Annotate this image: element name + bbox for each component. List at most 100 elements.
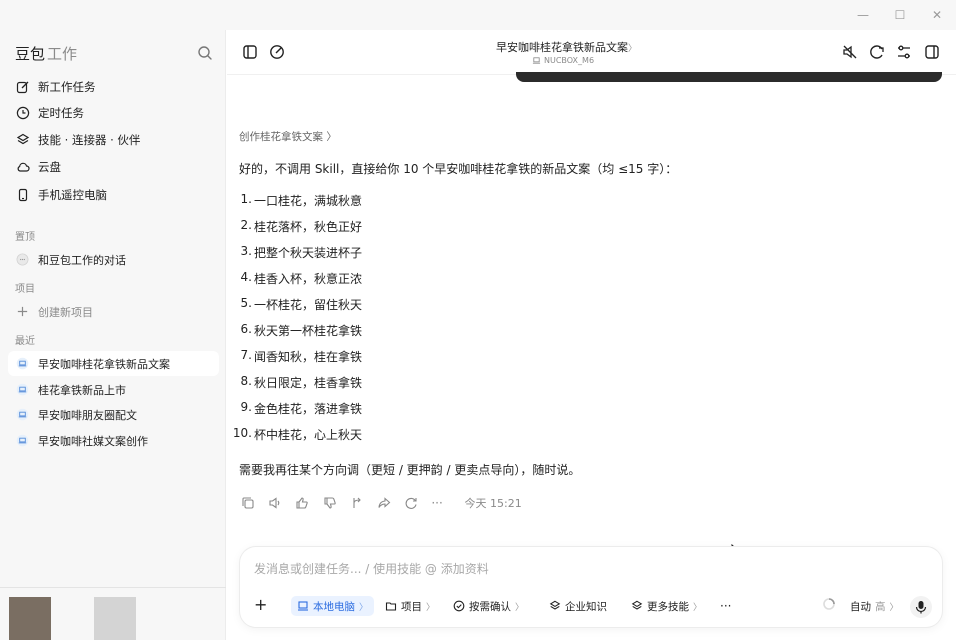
sidebar-item-new-task[interactable]: 新工作任务: [8, 74, 220, 100]
loading-spinner-icon: [823, 598, 835, 610]
add-attachment-button[interactable]: +: [254, 595, 267, 614]
sidebar-item-cloud[interactable]: 云盘: [8, 154, 220, 180]
user-avatar[interactable]: [9, 597, 51, 640]
title-bar: — ☐ ✕: [0, 0, 956, 30]
regenerate-icon[interactable]: [404, 496, 418, 510]
copy-icon[interactable]: [241, 496, 255, 510]
chevron-right-icon: 〉: [515, 602, 525, 613]
more-options-button[interactable]: ···: [720, 597, 731, 615]
list-number: 10.: [232, 426, 252, 440]
local-computer-chip[interactable]: 本地电脑 〉: [291, 596, 375, 616]
cloud-icon: [17, 162, 30, 172]
branch-icon[interactable]: [350, 496, 364, 510]
list-text: 把整个秋天装进杯子: [254, 246, 363, 260]
more-options-icon[interactable]: ···: [431, 496, 447, 510]
chevron-right-icon: 〉: [889, 602, 899, 613]
more-skills-label: 更多技能: [647, 600, 689, 613]
message-composer: + 本地电脑 〉 项目 〉 按需确认 〉 企业知识 更多技能 〉 ··· 自动 …: [240, 547, 942, 627]
laptop-icon: [16, 383, 29, 396]
close-button[interactable]: ✕: [928, 6, 946, 24]
layers-icon: [549, 600, 561, 610]
recent-item-label: 早安咖啡社媒文案创作: [38, 434, 148, 448]
list-item: 1. 一口桂花，满城秋意: [232, 192, 362, 218]
list-number: 3.: [240, 244, 252, 258]
pinned-label: 置顶: [15, 232, 35, 243]
voice-input-button[interactable]: [910, 596, 932, 618]
list-number: 5.: [240, 296, 252, 310]
list-text: 一口桂花，满城秋意: [254, 194, 363, 208]
chat-bubble-icon: [16, 253, 29, 266]
pinned-item[interactable]: 和豆包工作的对话: [8, 247, 219, 272]
list-text: 秋日限定，桂香拿铁: [254, 376, 363, 390]
recent-item[interactable]: 早安咖啡桂花拿铁新品文案: [8, 351, 219, 376]
microphone-icon: [915, 601, 927, 614]
recent-item[interactable]: 早安咖啡朋友圈配文: [8, 402, 219, 427]
speaker-icon[interactable]: [268, 496, 282, 510]
settings-sliders-icon[interactable]: [895, 43, 913, 61]
folder-icon: [385, 602, 397, 611]
laptop-icon: [16, 357, 29, 370]
forward-icon[interactable]: [377, 496, 391, 510]
plus-icon: [17, 306, 28, 317]
search-icon[interactable]: [197, 45, 213, 61]
list-item: 5. 一杯桂花，留住秋天: [232, 296, 362, 322]
mute-icon[interactable]: [841, 43, 859, 61]
list-item: 10. 杯中桂花，心上秋天: [232, 426, 362, 452]
project-selector[interactable]: 项目 〉: [385, 597, 435, 615]
list-number: 7.: [240, 348, 252, 362]
right-panel-icon[interactable]: [923, 43, 941, 61]
message-input[interactable]: [254, 559, 814, 579]
chevron-right-icon: 〉: [426, 602, 436, 613]
share-icon[interactable]: [868, 43, 886, 61]
device-label: NUCBOX_M6: [532, 56, 594, 65]
sidebar-item-skills[interactable]: 技能 · 连接器 · 伙伴: [8, 127, 220, 153]
chevron-right-icon: 〉: [693, 602, 703, 613]
project-label: 项目: [401, 600, 422, 613]
minimize-button[interactable]: —: [854, 6, 872, 24]
more-skills-button[interactable]: 更多技能 〉: [631, 597, 702, 615]
recent-label: 最近: [15, 336, 35, 347]
pinned-item-label: 和豆包工作的对话: [38, 253, 126, 267]
copy-list: 1. 一口桂花，满城秋意 2. 桂花落杯，秋色正好 3. 把整个秋天装进杯子 4. 桂香…: [232, 192, 362, 452]
sidebar-item-label: 技能 · 连接器 · 伙伴: [38, 133, 141, 147]
chevron-right-icon: 〉: [628, 44, 638, 54]
local-computer-label: 本地电脑: [313, 600, 355, 613]
enterprise-knowledge-button[interactable]: 企业知识: [549, 597, 607, 615]
sidebar: 豆包 工作 新工作任务 定时任务 技能 · 连接器 · 伙伴 云盘 手机遥控电脑 …: [0, 30, 226, 640]
assistant-intro: 好的，不调用 Skill，直接给你 10 个早安咖啡桂花拿铁的新品文案（均 ≤1…: [239, 162, 678, 176]
list-number: 9.: [240, 400, 252, 414]
sidebar-item-scheduled[interactable]: 定时任务: [8, 100, 220, 126]
recent-item-label: 早安咖啡朋友圈配文: [38, 408, 137, 422]
list-item: 9. 金色桂花，落进拿铁: [232, 400, 362, 426]
recent-item[interactable]: 早安咖啡社媒文案创作: [8, 428, 219, 453]
list-number: 6.: [240, 322, 252, 336]
recent-item-label: 早安咖啡桂花拿铁新品文案: [38, 357, 170, 371]
recent-item[interactable]: 桂花拿铁新品上市: [8, 377, 219, 402]
laptop-icon: [298, 601, 308, 611]
thumbs-up-icon[interactable]: [295, 496, 309, 510]
sidebar-item-label: 云盘: [38, 160, 61, 174]
maximize-button[interactable]: ☐: [891, 6, 909, 24]
layers-icon: [16, 133, 30, 145]
thumbnail-image[interactable]: [94, 597, 136, 640]
message-actions: ··· 今天 15:21: [241, 495, 522, 511]
new-project-button[interactable]: 创建新项目: [8, 299, 219, 324]
list-text: 桂香入杯，秋意正浓: [254, 272, 363, 286]
sidebar-item-label: 手机遥控电脑: [38, 188, 107, 202]
recent-item-label: 桂花拿铁新品上市: [38, 383, 126, 397]
confirm-mode-selector[interactable]: 按需确认 〉: [453, 597, 524, 615]
new-chat-icon[interactable]: [268, 43, 286, 61]
sidebar-item-label: 新工作任务: [38, 80, 96, 94]
sidebar-item-phone-remote[interactable]: 手机遥控电脑: [8, 182, 220, 208]
sidebar-item-label: 定时任务: [38, 106, 84, 120]
list-number: 2.: [240, 218, 252, 232]
laptop-icon: [16, 434, 29, 447]
task-breadcrumb[interactable]: 创作桂花拿铁文案 〉: [239, 129, 337, 144]
device-name: NUCBOX_M6: [544, 56, 595, 65]
enterprise-knowledge-label: 企业知识: [565, 600, 607, 613]
thumbs-down-icon[interactable]: [323, 496, 337, 510]
mode-selector[interactable]: 自动 高 〉: [850, 597, 899, 615]
sidebar-toggle-icon[interactable]: [241, 43, 259, 61]
new-project-label: 创建新项目: [38, 305, 93, 319]
conversation-title[interactable]: 早安咖啡桂花拿铁新品文案〉: [496, 39, 637, 55]
